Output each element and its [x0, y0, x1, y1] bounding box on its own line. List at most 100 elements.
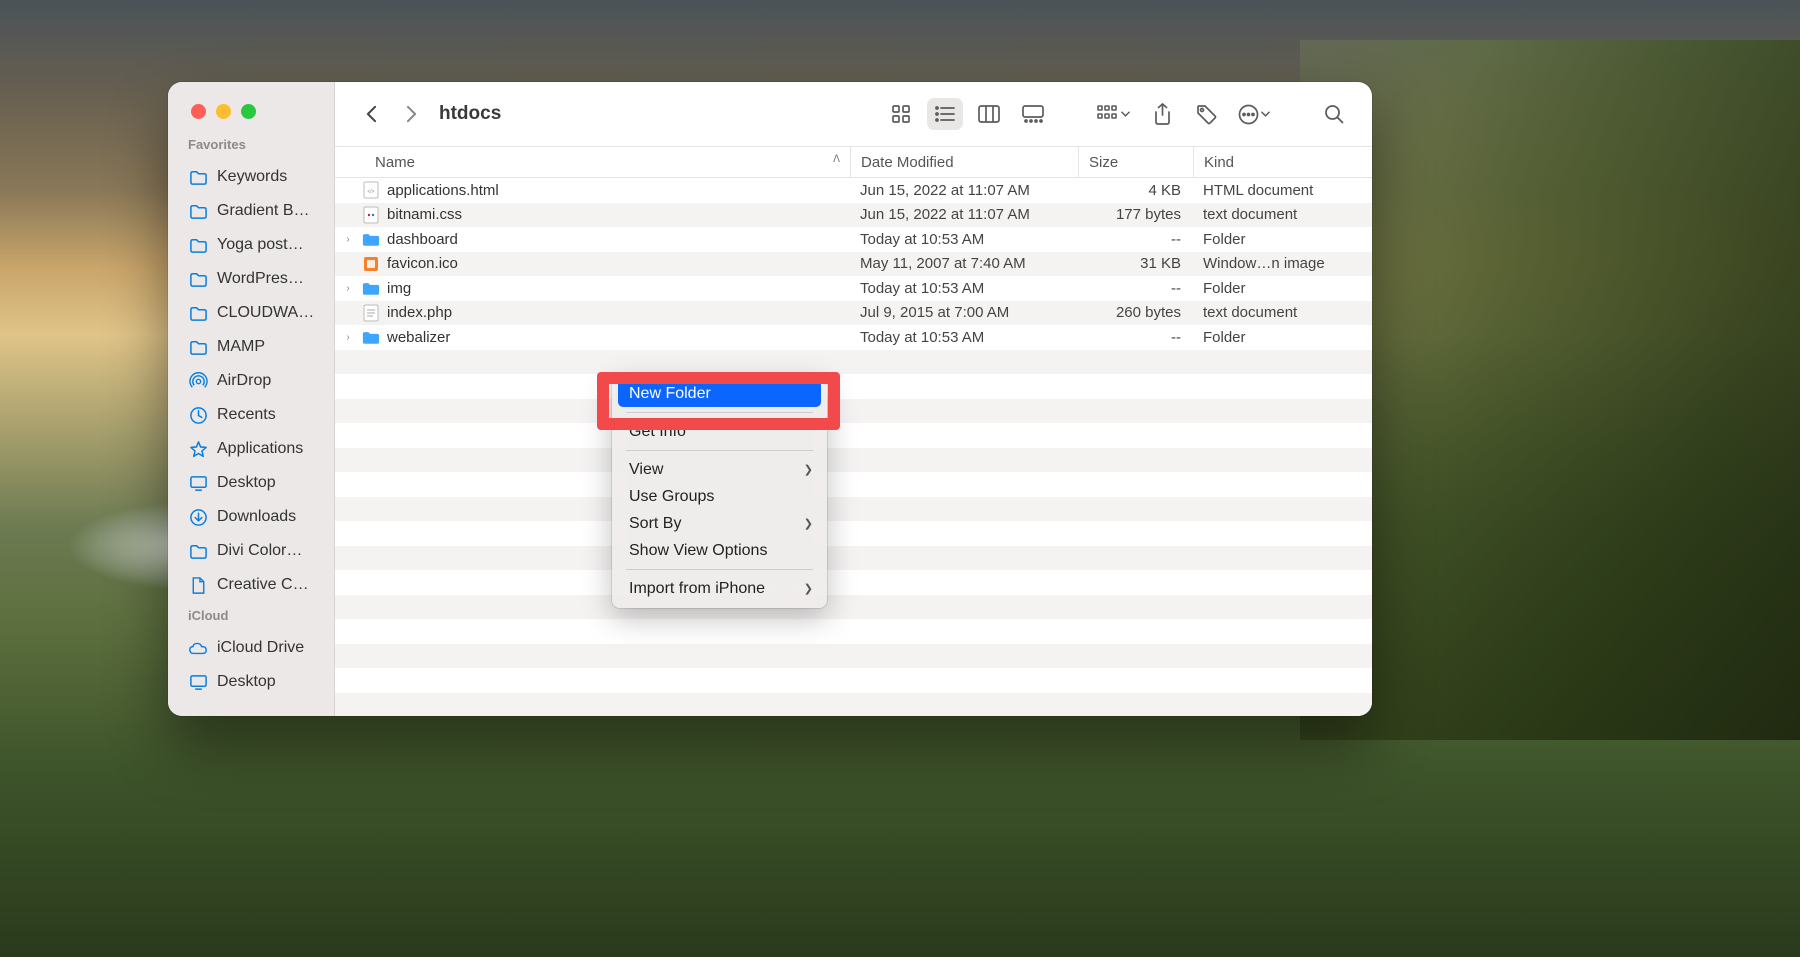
file-date: Jul 9, 2015 at 7:00 AM	[850, 304, 1078, 321]
disclosure-triangle[interactable]: ›	[341, 234, 355, 245]
submenu-arrow-icon: ❯	[804, 517, 813, 530]
menu-item-label: Use Groups	[629, 488, 714, 506]
menu-item[interactable]: Import from iPhone❯	[618, 575, 821, 602]
menu-item[interactable]: Use Groups	[618, 483, 821, 510]
file-name: dashboard	[387, 231, 458, 248]
maximize-button[interactable]	[241, 104, 256, 119]
close-button[interactable]	[191, 104, 206, 119]
sidebar-item[interactable]: Downloads	[168, 500, 334, 534]
search-button[interactable]	[1316, 98, 1352, 130]
file-kind: Folder	[1193, 329, 1372, 346]
sidebar-item[interactable]: Divi Color…	[168, 534, 334, 568]
share-button[interactable]	[1144, 98, 1180, 130]
sidebar-item-label: AirDrop	[217, 372, 271, 390]
empty-row[interactable]	[335, 668, 1372, 693]
document-icon	[188, 575, 208, 595]
folder-icon	[188, 269, 208, 289]
sidebar-item[interactable]: Desktop	[168, 466, 334, 500]
sidebar-item[interactable]: AirDrop	[168, 364, 334, 398]
menu-separator	[626, 412, 813, 413]
empty-row[interactable]	[335, 497, 1372, 522]
empty-row[interactable]	[335, 472, 1372, 497]
sidebar-item[interactable]: iCloud Drive	[168, 631, 334, 665]
column-name[interactable]: Nameᐱ	[335, 154, 850, 171]
action-button[interactable]	[1232, 98, 1276, 130]
file-date: Jun 15, 2022 at 11:07 AM	[850, 182, 1078, 199]
sidebar-item[interactable]: Keywords	[168, 160, 334, 194]
sidebar-item[interactable]: Gradient B…	[168, 194, 334, 228]
menu-item[interactable]: Get Info	[618, 418, 821, 445]
file-row[interactable]: ›webalizerToday at 10:53 AM--Folder	[335, 325, 1372, 350]
sidebar-item[interactable]: WordPres…	[168, 262, 334, 296]
empty-row[interactable]	[335, 570, 1372, 595]
view-columns-button[interactable]	[971, 98, 1007, 130]
empty-row[interactable]	[335, 350, 1372, 375]
empty-row[interactable]	[335, 619, 1372, 644]
disclosure-triangle[interactable]: ›	[341, 283, 355, 294]
file-row[interactable]: ›imgToday at 10:53 AM--Folder	[335, 276, 1372, 301]
view-icons-button[interactable]	[883, 98, 919, 130]
file-row[interactable]: </>applications.htmlJun 15, 2022 at 11:0…	[335, 178, 1372, 203]
sidebar-section-label: iCloud	[168, 608, 334, 623]
file-date: Today at 10:53 AM	[850, 231, 1078, 248]
airdrop-icon	[188, 371, 208, 391]
sidebar-item[interactable]: Desktop	[168, 665, 334, 699]
sidebar: Favorites KeywordsGradient B… Yoga post… Wo…	[168, 82, 335, 716]
menu-item-label: Sort By	[629, 515, 681, 533]
empty-row[interactable]	[335, 423, 1372, 448]
file-row[interactable]: bitnami.cssJun 15, 2022 at 11:07 AM177 b…	[335, 203, 1372, 228]
download-icon	[188, 507, 208, 527]
column-size[interactable]: Size	[1078, 147, 1193, 177]
file-name: index.php	[387, 304, 452, 321]
minimize-button[interactable]	[216, 104, 231, 119]
back-button[interactable]	[355, 100, 387, 128]
file-row[interactable]: ›dashboardToday at 10:53 AM--Folder	[335, 227, 1372, 252]
disclosure-triangle[interactable]: ›	[341, 332, 355, 343]
column-kind[interactable]: Kind	[1193, 147, 1372, 177]
file-date: May 11, 2007 at 7:40 AM	[850, 255, 1078, 272]
sidebar-item[interactable]: CLOUDWA…	[168, 296, 334, 330]
empty-row[interactable]	[335, 595, 1372, 620]
submenu-arrow-icon: ❯	[804, 463, 813, 476]
tags-button[interactable]	[1188, 98, 1224, 130]
file-list[interactable]: </>applications.htmlJun 15, 2022 at 11:0…	[335, 178, 1372, 716]
menu-item[interactable]: Sort By ❯	[618, 510, 821, 537]
empty-row[interactable]	[335, 644, 1372, 669]
file-size: --	[1078, 231, 1193, 248]
view-gallery-button[interactable]	[1015, 98, 1051, 130]
sidebar-section-label: Favorites	[168, 137, 334, 152]
forward-button[interactable]	[395, 100, 427, 128]
sidebar-item[interactable]: Yoga post…	[168, 228, 334, 262]
submenu-arrow-icon: ❯	[804, 582, 813, 595]
view-list-button[interactable]	[927, 98, 963, 130]
folder-icon	[188, 303, 208, 323]
folder-icon	[361, 278, 381, 298]
sidebar-item[interactable]: Recents	[168, 398, 334, 432]
sidebar-item-label: WordPres…	[217, 270, 304, 288]
menu-item[interactable]: Show View Options	[618, 537, 821, 564]
sidebar-item[interactable]: MAMP	[168, 330, 334, 364]
empty-row[interactable]	[335, 399, 1372, 424]
main-content: htdocs	[335, 82, 1372, 716]
sidebar-item-label: Applications	[217, 440, 303, 458]
file-kind: Folder	[1193, 280, 1372, 297]
file-row[interactable]: index.phpJul 9, 2015 at 7:00 AM260 bytes…	[335, 301, 1372, 326]
file-kind: text document	[1193, 206, 1372, 223]
empty-row[interactable]	[335, 546, 1372, 571]
sidebar-item[interactable]: Creative C…	[168, 568, 334, 602]
empty-row[interactable]	[335, 374, 1372, 399]
file-date: Today at 10:53 AM	[850, 329, 1078, 346]
file-row[interactable]: favicon.icoMay 11, 2007 at 7:40 AM31 KBW…	[335, 252, 1372, 277]
empty-row[interactable]	[335, 448, 1372, 473]
empty-row[interactable]	[335, 521, 1372, 546]
menu-item[interactable]: View❯	[618, 456, 821, 483]
menu-item[interactable]: New Folder	[618, 380, 821, 407]
sidebar-item-label: Yoga post…	[217, 236, 304, 254]
file-name: img	[387, 280, 411, 297]
file-name: favicon.ico	[387, 255, 458, 272]
group-button[interactable]	[1091, 98, 1136, 130]
column-date[interactable]: Date Modified	[850, 147, 1078, 177]
sidebar-item[interactable]: Applications	[168, 432, 334, 466]
empty-row[interactable]	[335, 693, 1372, 717]
desktop-icon	[188, 672, 208, 692]
